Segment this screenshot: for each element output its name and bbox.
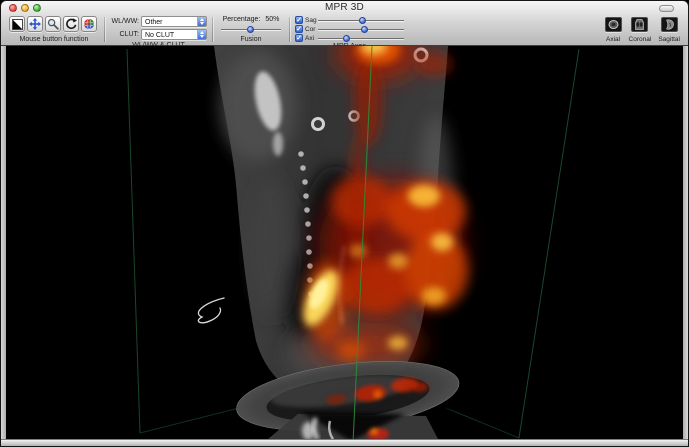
axial-thumbnail-icon [607,19,620,30]
wlww-clut-group: WL/WW: Other CLUT: No CLUT W [110,15,207,45]
right-frame [683,46,688,439]
minimize-button[interactable] [21,4,29,12]
coronal-thumbnail-icon [633,19,646,30]
sagittal-view-button[interactable] [661,17,678,32]
clut-label: CLUT: [110,31,139,38]
zoom-window-button[interactable] [33,4,41,12]
pan-tool-button[interactable] [27,16,43,32]
cor-axis-slider[interactable] [318,25,404,34]
axi-slider-thumb[interactable] [343,35,350,42]
axi-axis-checkbox[interactable]: ✓ [295,34,303,42]
mouse-function-label: Mouse button function [9,36,99,45]
rotate-arrow-icon [65,18,77,30]
coronal-view-label: Coronal [629,36,652,45]
fusion-slider-thumb[interactable] [247,26,254,33]
cor-axis-label: Cor [305,26,318,33]
titlebar[interactable]: MPR 3D [1,1,688,15]
wlww-popup-menu[interactable]: Other [141,16,207,27]
axial-view-button[interactable] [605,17,622,32]
coronal-view-button[interactable] [631,17,648,32]
window-content [1,46,688,439]
window-title: MPR 3D [1,1,688,15]
toolbar-separator [289,17,290,42]
fusion-group: Percentage: 50% Fusion [218,15,284,45]
sagittal-thumbnail-icon [663,19,676,30]
toolbar-separator [212,17,213,42]
sag-axis-slider[interactable] [318,16,404,25]
fusion-percentage-label: Percentage: [223,16,261,23]
mouse-function-group: Mouse button function [9,15,99,45]
mpr-axes-group: ✓ Sag ✓ Cor ✓ [295,15,404,45]
sag-axis-checkbox[interactable]: ✓ [295,16,303,24]
window-bottom-frame[interactable] [1,439,688,446]
fusion-group-label: Fusion [218,36,284,45]
annotation-squiggle[interactable] [198,298,224,323]
clut-popup-value: No CLUT [142,30,197,39]
clut-popup-menu[interactable]: No CLUT [141,29,207,40]
sag-slider-thumb[interactable] [359,17,366,24]
axi-axis-label: Axi [305,35,318,42]
fusion-slider[interactable] [221,25,281,34]
magnifier-icon [47,18,59,30]
close-button[interactable] [9,4,17,12]
traffic-lights [9,4,41,12]
popup-arrows-icon [197,17,206,26]
toolbar-toggle-pill[interactable] [659,5,674,12]
sagittal-view-label: Sagittal [658,36,680,45]
toolbar: Mouse button function WL/WW: Other CLUT: [1,15,688,45]
axial-view-label: Axial [606,36,620,45]
cor-axis-checkbox[interactable]: ✓ [295,25,303,33]
wlww-popup-value: Other [142,17,197,26]
mpr-3d-scene [6,46,683,439]
toolbar-separator [104,17,105,42]
popup-arrows-icon [197,30,206,39]
rotate-3d-tool-button[interactable] [81,16,97,32]
zoom-tool-button[interactable] [45,16,61,32]
view-buttons-group: Axial Coronal [605,15,680,45]
cor-slider-thumb[interactable] [361,26,368,33]
move-arrows-icon [29,18,41,30]
3d-sphere-icon [83,18,95,30]
mpr-3d-viewport[interactable] [6,46,683,439]
rotate-tool-button[interactable] [63,16,79,32]
wl-ww-tool-button[interactable] [9,16,25,32]
window-header: MPR 3D [1,1,688,46]
sagittal-fused-slice [214,46,468,400]
fusion-percentage-value: 50% [265,16,279,23]
axi-axis-slider[interactable] [318,34,404,43]
mpr-3d-window: MPR 3D [0,0,689,447]
wlww-label: WL/WW: [110,18,139,25]
contrast-icon [12,19,23,30]
sag-axis-label: Sag [305,17,318,24]
